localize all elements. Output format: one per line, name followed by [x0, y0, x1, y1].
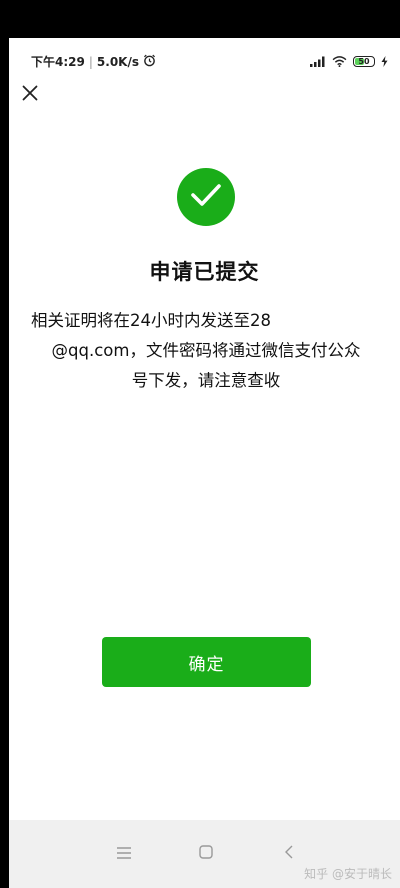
battery-icon: 50: [353, 56, 375, 67]
status-bar: 下午4:29 | 5.0K/s 50: [9, 38, 400, 82]
message-line-2: @qq.com，文件密码将通过微信支付公众: [51, 341, 361, 360]
back-icon: [284, 844, 294, 863]
status-left: 下午4:29 | 5.0K/s: [31, 53, 156, 70]
result-title: 申请已提交: [149, 260, 260, 284]
confirm-button[interactable]: 确定: [102, 637, 311, 687]
home-icon: [199, 844, 213, 863]
close-icon: [22, 85, 38, 105]
result-message: 相关证明将在24小时内发送至28 @qq.com，文件密码将通过微信支付公众 号…: [31, 306, 381, 396]
charging-icon: [381, 52, 388, 71]
watermark: 知乎 @安于晴长: [304, 867, 392, 881]
nav-home-button[interactable]: [191, 838, 221, 868]
status-time: 下午4:29: [31, 55, 85, 69]
checkmark-icon: [190, 182, 222, 212]
message-line-1: 相关证明将在24小时内发送至28: [31, 311, 271, 330]
signal-icon: [310, 52, 326, 71]
message-line-3: 号下发，请注意查收: [131, 371, 281, 390]
battery-level: 50: [358, 57, 370, 66]
success-badge: [177, 168, 235, 226]
app-screen: 下午4:29 | 5.0K/s 50 申请已提交 相关证明将在24小时内发送至2…: [9, 38, 400, 888]
menu-icon: [117, 844, 131, 863]
alarm-icon: [143, 54, 156, 70]
system-nav-bar: 知乎 @安于晴长: [9, 820, 400, 888]
wifi-icon: [332, 52, 347, 71]
close-button[interactable]: [19, 84, 41, 106]
status-divider: |: [88, 54, 93, 69]
nav-menu-button[interactable]: [109, 838, 139, 868]
status-net-speed: 5.0K/s: [96, 54, 139, 69]
status-right: 50: [310, 52, 388, 71]
nav-back-button[interactable]: [274, 838, 304, 868]
